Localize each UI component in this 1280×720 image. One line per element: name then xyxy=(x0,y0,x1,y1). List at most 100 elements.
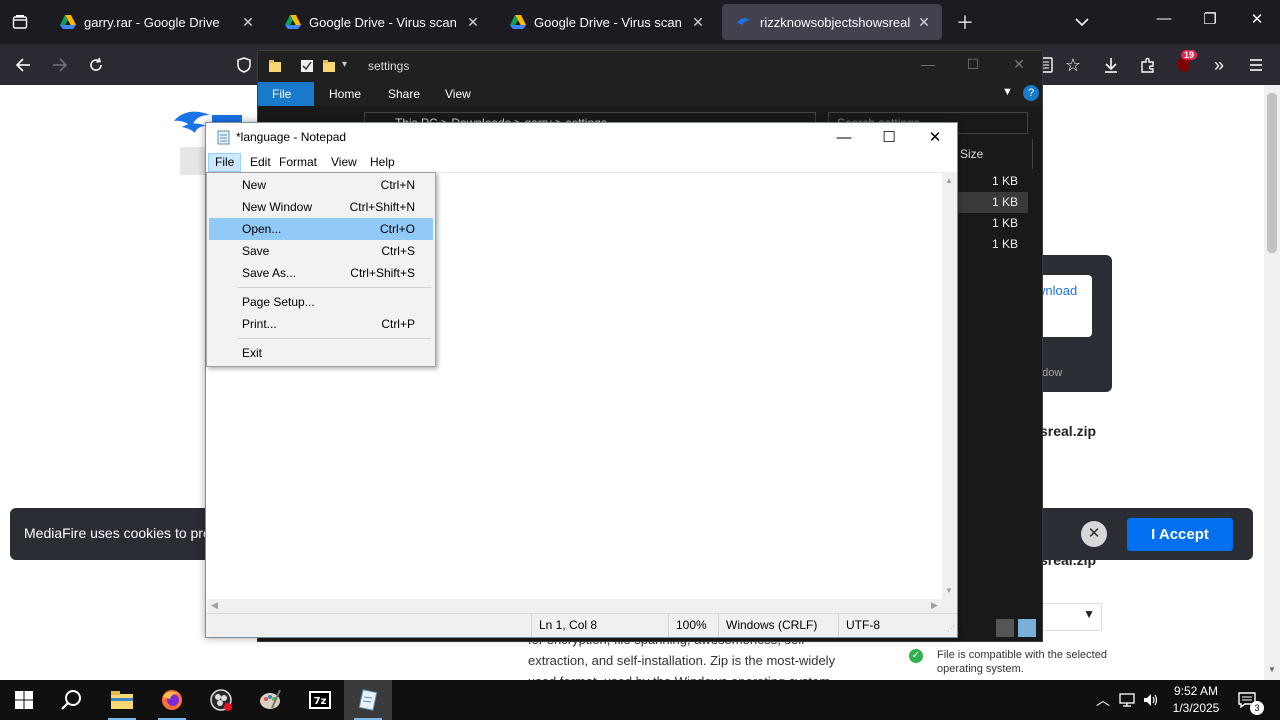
new-folder-icon[interactable] xyxy=(322,59,336,73)
downloads-icon[interactable] xyxy=(1098,52,1124,78)
menu-format[interactable]: Format xyxy=(273,153,323,172)
scroll-down-arrow-icon[interactable]: ▼ xyxy=(945,586,953,595)
menu-item-page-setup[interactable]: Page Setup... xyxy=(209,291,433,313)
tab-title: Google Drive - Virus scan warning xyxy=(534,14,684,30)
file-name: sreal.zip xyxy=(1040,423,1097,439)
menu-file[interactable]: File xyxy=(208,153,242,172)
clock-time: 9:52 AM xyxy=(1173,684,1219,698)
taskbar-file-explorer[interactable] xyxy=(98,680,146,720)
firefox-view-icon[interactable] xyxy=(6,8,34,36)
taskbar-firefox[interactable] xyxy=(148,680,196,720)
taskbar-notepad[interactable] xyxy=(344,680,392,720)
properties-icon[interactable] xyxy=(300,59,314,73)
ribbon-tab-home[interactable]: Home xyxy=(315,82,375,106)
cursor-position: Ln 1, Col 8 xyxy=(531,614,667,637)
file-size-cell[interactable]: 1 KB xyxy=(948,192,1028,213)
scroll-down-arrow-icon[interactable]: ▼ xyxy=(1268,665,1276,674)
show-hidden-icons-chevron-icon[interactable]: ︿ xyxy=(1094,680,1112,720)
paint-palette-icon xyxy=(260,689,281,709)
ribbon-expand-icon[interactable]: ▼ xyxy=(1002,86,1013,98)
close-tab-icon[interactable]: ✕ xyxy=(916,14,932,31)
menu-item-label: Save As... xyxy=(242,266,297,280)
tab-virus-scan-2[interactable]: Google Drive - Virus scan warning ✕ xyxy=(496,4,716,40)
forward-arrow-icon[interactable] xyxy=(47,52,73,78)
tracking-protection-shield-icon[interactable] xyxy=(231,52,257,78)
list-all-tabs-icon[interactable] xyxy=(1068,8,1096,36)
tab-virus-scan-1[interactable]: Google Drive - Virus scan warning ✕ xyxy=(271,4,491,40)
scroll-up-arrow-icon[interactable]: ▲ xyxy=(945,176,953,185)
file-size-cell[interactable]: 1 KB xyxy=(948,213,1028,234)
menu-item-open[interactable]: Open... Ctrl+O xyxy=(209,218,433,240)
hamburger-menu-icon[interactable] xyxy=(1243,52,1269,78)
restore-icon[interactable]: ❐ xyxy=(1198,10,1222,34)
details-view-icon[interactable] xyxy=(996,619,1014,637)
cookie-close-icon[interactable]: ✕ xyxy=(1081,521,1107,547)
start-button[interactable] xyxy=(0,680,48,720)
tab-garry-rar[interactable]: garry.rar - Google Drive ✕ xyxy=(46,4,266,40)
cookie-accept-button[interactable]: I Accept xyxy=(1127,518,1233,551)
menu-edit[interactable]: Edit xyxy=(244,153,277,172)
column-divider xyxy=(1032,139,1033,169)
network-icon[interactable] xyxy=(1116,680,1138,720)
quick-access-dropdown-icon[interactable]: ▾ xyxy=(342,59,347,70)
column-header-size[interactable]: Size xyxy=(960,147,983,161)
close-tab-icon[interactable]: ✕ xyxy=(240,14,256,31)
resize-grip-icon[interactable]: ⋰ xyxy=(947,624,955,633)
notepad-minimize-icon[interactable]: — xyxy=(821,123,867,152)
notepad-close-icon[interactable]: ✕ xyxy=(912,123,958,152)
obs-icon xyxy=(210,689,232,711)
notepad-vertical-scrollbar[interactable]: ▲ ▼ xyxy=(942,172,957,599)
notepad-title: *language - Notepad xyxy=(236,130,347,144)
ribbon-tab-share[interactable]: Share xyxy=(374,82,434,106)
menu-item-exit[interactable]: Exit xyxy=(209,342,433,364)
extensions-puzzle-icon[interactable] xyxy=(1135,52,1161,78)
menu-item-label: Page Setup... xyxy=(242,295,315,309)
new-tab-button[interactable]: ＋ xyxy=(951,8,979,36)
back-arrow-icon[interactable] xyxy=(10,52,36,78)
close-window-icon[interactable]: ✕ xyxy=(1245,10,1269,34)
search-button[interactable] xyxy=(48,680,96,720)
minimize-icon[interactable]: — xyxy=(1152,10,1176,34)
notepad-horizontal-scrollbar[interactable]: ◀ ▶ xyxy=(207,599,943,614)
file-size-cell[interactable]: 1 KB xyxy=(948,234,1028,255)
explorer-maximize-icon[interactable]: ☐ xyxy=(963,56,983,73)
close-tab-icon[interactable]: ✕ xyxy=(465,14,481,31)
menu-item-shortcut: Ctrl+Shift+N xyxy=(349,200,415,214)
tab-rizzknows[interactable]: rizzknowsobjectshowsreal ✕ xyxy=(722,4,942,40)
explorer-minimize-icon[interactable]: — xyxy=(918,56,938,72)
page-scrollbar[interactable]: ▼ xyxy=(1264,85,1280,680)
page-scrollbar-thumb[interactable] xyxy=(1267,93,1277,253)
close-tab-icon[interactable]: ✕ xyxy=(690,14,706,31)
menu-item-save-as[interactable]: Save As... Ctrl+Shift+S xyxy=(209,262,433,284)
os-select[interactable]: ▼ xyxy=(1040,603,1102,631)
file-size-cell[interactable]: 1 KB xyxy=(948,171,1028,192)
overflow-menu-icon[interactable]: » xyxy=(1206,52,1232,78)
scroll-right-arrow-icon[interactable]: ▶ xyxy=(931,600,938,611)
ribbon-tab-file[interactable]: File xyxy=(258,82,314,106)
ribbon-tab-view[interactable]: View xyxy=(431,82,485,106)
bookmark-star-icon[interactable]: ☆ xyxy=(1060,52,1086,78)
tab-title: garry.rar - Google Drive xyxy=(84,14,220,30)
google-drive-icon xyxy=(60,15,76,29)
menu-item-save[interactable]: Save Ctrl+S xyxy=(209,240,433,262)
taskbar-paint[interactable] xyxy=(246,680,294,720)
large-icons-view-icon[interactable] xyxy=(1018,619,1036,637)
scroll-left-arrow-icon[interactable]: ◀ xyxy=(211,600,218,611)
menu-item-new-window[interactable]: New Window Ctrl+Shift+N xyxy=(209,196,433,218)
explorer-close-icon[interactable]: ✕ xyxy=(1009,56,1029,73)
taskbar-obs[interactable] xyxy=(197,680,245,720)
taskbar-7zip[interactable]: 7z xyxy=(296,680,344,720)
clock-date: 1/3/2025 xyxy=(1172,701,1220,715)
notepad-maximize-icon[interactable]: ☐ xyxy=(866,123,912,152)
menu-item-label: Print... xyxy=(242,317,277,331)
system-clock[interactable]: 9:52 AM 1/3/2025 xyxy=(1166,683,1226,717)
help-icon[interactable]: ? xyxy=(1023,85,1039,101)
cookie-text: MediaFire uses cookies to prov xyxy=(24,525,218,541)
menu-item-print[interactable]: Print... Ctrl+P xyxy=(209,313,433,335)
volume-icon[interactable] xyxy=(1140,680,1162,720)
menu-view[interactable]: View xyxy=(325,153,363,172)
compatibility-text: File is compatible with the selected ope… xyxy=(937,649,1107,675)
menu-help[interactable]: Help xyxy=(364,153,401,172)
reload-icon[interactable] xyxy=(83,52,109,78)
menu-item-new[interactable]: New Ctrl+N xyxy=(209,174,433,196)
